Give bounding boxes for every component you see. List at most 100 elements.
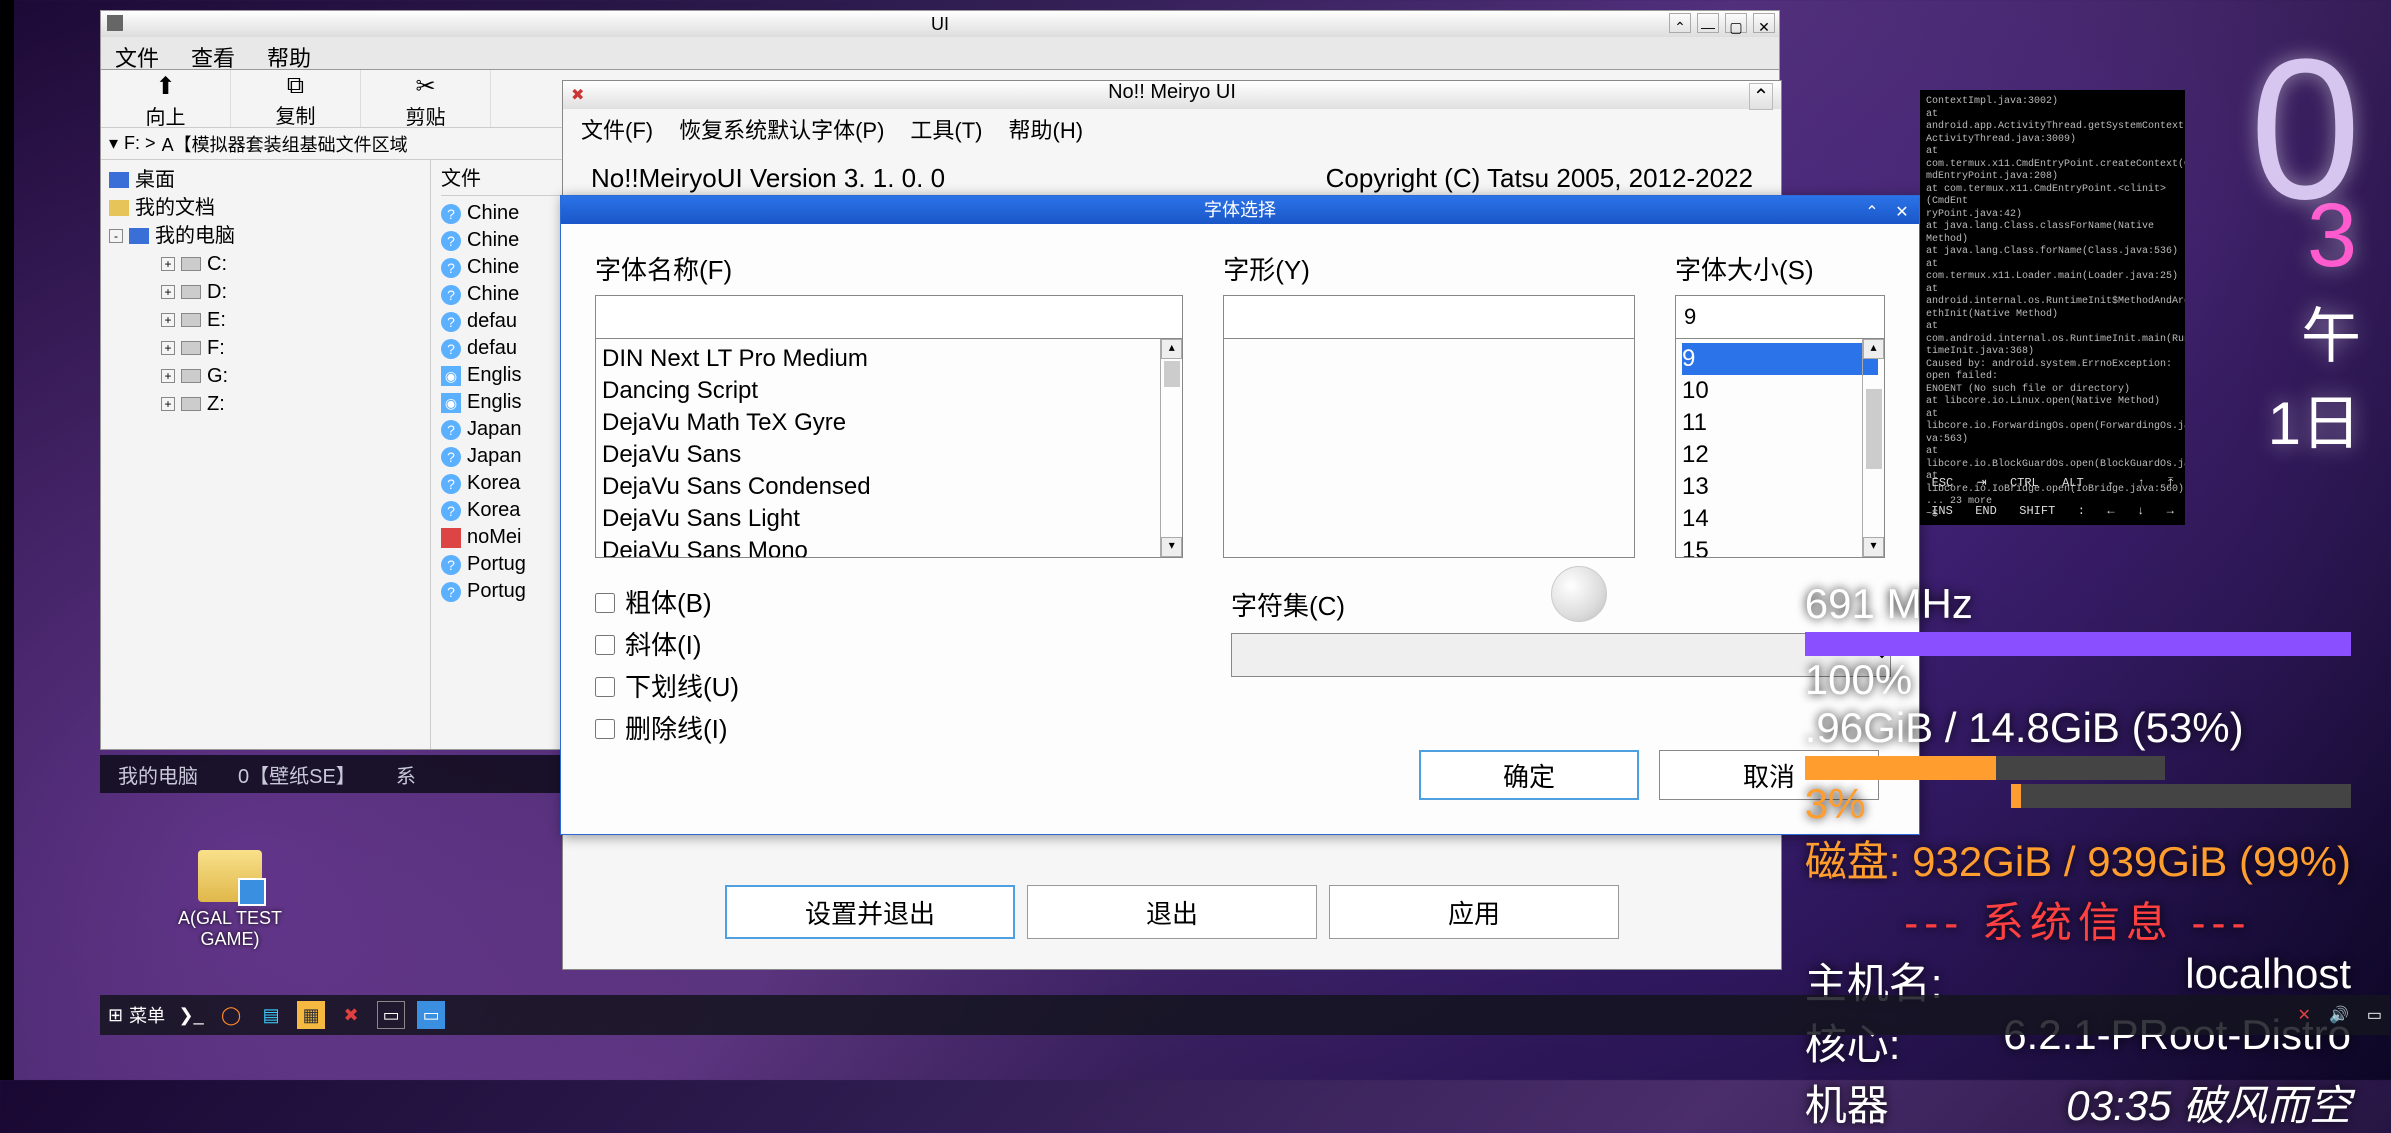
fm-close-icon[interactable]: ✕ <box>1753 13 1775 33</box>
terminal-key[interactable]: → <box>2167 504 2174 519</box>
collapse-icon[interactable]: - <box>109 229 123 243</box>
tray-notification-icon[interactable]: ▭ <box>2367 1005 2382 1025</box>
fm-menu-view[interactable]: 查看 <box>191 41 235 65</box>
fd-bold-check[interactable]: 粗体(B) <box>595 582 1183 624</box>
meiryo-menu-tools[interactable]: 工具(T) <box>910 113 982 139</box>
font-option[interactable]: DejaVu Sans Condensed <box>602 471 1176 503</box>
scroll-down-icon[interactable]: ▾ <box>1161 537 1182 557</box>
fm-cut-button[interactable]: ✂ 剪贴 <box>361 70 491 127</box>
meiryo-exit-button[interactable]: 退出 <box>1027 885 1317 939</box>
meiryo-minimize-icon[interactable]: ⌃ <box>1749 83 1773 110</box>
fm-menu-help[interactable]: 帮助 <box>267 41 311 65</box>
meiryo-set-exit-button[interactable]: 设置并退出 <box>725 885 1015 939</box>
fd-close-icon[interactable]: ✕ <box>1889 199 1915 221</box>
expand-icon[interactable]: + <box>161 285 175 299</box>
terminal-key[interactable]: END <box>1975 504 1997 519</box>
tree-pc[interactable]: -我的电脑 <box>109 222 422 250</box>
terminal-key[interactable]: CTRL <box>2010 476 2039 491</box>
fm-path-drive[interactable]: F: > <box>124 133 156 154</box>
terminal-key[interactable]: ⤒ <box>2168 476 2173 491</box>
scroll-down-icon[interactable]: ▾ <box>1863 537 1884 557</box>
fm-maximize-icon[interactable]: ▢ <box>1725 13 1747 33</box>
tray-close-icon[interactable]: ✕ <box>2298 1005 2311 1025</box>
fd-size-scrollbar[interactable]: ▴ ▾ <box>1862 339 1884 557</box>
terminal-key[interactable]: ↓ <box>2137 504 2144 519</box>
tree-drive[interactable]: +E: <box>109 306 422 334</box>
scroll-up-icon[interactable]: ▴ <box>1161 339 1182 359</box>
tb2-sys[interactable]: 系 <box>396 760 416 789</box>
scroll-up-icon[interactable]: ▴ <box>1863 339 1884 359</box>
tree-drive[interactable]: +D: <box>109 278 422 306</box>
size-option[interactable]: 15 <box>1682 535 1878 558</box>
taskbar-firefox-icon[interactable]: ◯ <box>217 1001 245 1029</box>
fm-minimize-icon[interactable]: ⌃ <box>1669 13 1691 33</box>
tree-drive[interactable]: +G: <box>109 362 422 390</box>
meiryo-apply-button[interactable]: 应用 <box>1329 885 1619 939</box>
size-option[interactable]: 10 <box>1682 375 1878 407</box>
tree-drive[interactable]: +F: <box>109 334 422 362</box>
desktop-shortcut[interactable]: A(GAL TEST GAME) <box>170 850 290 950</box>
tree-docs[interactable]: 我的文档 <box>109 194 422 222</box>
terminal-key[interactable]: ← <box>2107 504 2114 519</box>
chevron-down-icon[interactable]: ▾ <box>109 133 118 154</box>
meiryo-menu-help[interactable]: 帮助(H) <box>1009 113 1084 139</box>
tray-volume-icon[interactable]: 🔊 <box>2329 1005 2349 1025</box>
expand-icon[interactable]: + <box>161 369 175 383</box>
font-option[interactable]: Dancing Script <box>602 375 1176 407</box>
tree-drive[interactable]: +C: <box>109 250 422 278</box>
tree-drive[interactable]: +Z: <box>109 390 422 418</box>
fd-size-input[interactable] <box>1675 295 1885 339</box>
meiryo-menu-restore[interactable]: 恢复系统默认字体(P) <box>679 113 884 139</box>
fm-titlebar[interactable]: UI ⌃ — ▢ ✕ <box>101 11 1779 37</box>
scroll-thumb[interactable] <box>1866 389 1882 469</box>
tb2-pc[interactable]: 我的电脑 <box>118 760 198 789</box>
meiryo-menu-file[interactable]: 文件(F) <box>581 113 653 139</box>
fd-name-input[interactable] <box>595 295 1183 339</box>
fm-path-segment[interactable]: A【模拟器套装组基础文件区域 <box>162 131 408 157</box>
start-button[interactable]: ⊞ 菜单 <box>108 1002 165 1028</box>
tb2-wallpaper[interactable]: 0【壁纸SE】 <box>238 760 356 789</box>
taskbar-image-icon[interactable]: ▭ <box>417 1001 445 1029</box>
scroll-thumb[interactable] <box>1164 361 1180 387</box>
fd-underline-check[interactable]: 下划线(U) <box>595 666 1183 708</box>
size-option[interactable]: 12 <box>1682 439 1878 471</box>
terminal-panel[interactable]: ContextImpl.java:3002) at android.app.Ac… <box>1920 90 2185 525</box>
fm-menu-file[interactable]: 文件 <box>115 41 159 65</box>
terminal-key[interactable]: ALT <box>2062 476 2084 491</box>
fd-style-input[interactable] <box>1223 295 1635 339</box>
terminal-key[interactable]: : <box>2078 504 2085 519</box>
tree-desktop[interactable]: 桌面 <box>109 166 422 194</box>
fm-up-button[interactable]: ⬆ 向上 <box>101 70 231 127</box>
terminal-key[interactable]: SHIFT <box>2019 504 2055 519</box>
fm-minimize2-icon[interactable]: — <box>1697 13 1719 33</box>
terminal-key[interactable]: ⇥ <box>1977 476 1987 491</box>
font-option[interactable]: DejaVu Sans Mono <box>602 535 1176 558</box>
terminal-key[interactable]: - <box>2107 476 2114 491</box>
font-option[interactable]: DejaVu Sans Light <box>602 503 1176 535</box>
size-option[interactable]: 14 <box>1682 503 1878 535</box>
expand-icon[interactable]: + <box>161 257 175 271</box>
size-option[interactable]: 11 <box>1682 407 1878 439</box>
taskbar-grid-icon[interactable]: ▦ <box>297 1001 325 1029</box>
taskbar-app-icon[interactable]: ▭ <box>377 1001 405 1029</box>
expand-icon[interactable]: + <box>161 397 175 411</box>
font-option[interactable]: DejaVu Sans <box>602 439 1176 471</box>
fd-titlebar[interactable]: 字体选择 ⌃ ✕ <box>561 196 1919 224</box>
size-option[interactable]: 9 <box>1682 343 1878 375</box>
meiryo-titlebar[interactable]: ✖ No!! Meiryo UI ⌃ <box>563 81 1781 109</box>
font-option[interactable]: DejaVu Math TeX Gyre <box>602 407 1176 439</box>
expand-icon[interactable]: + <box>161 313 175 327</box>
fd-rollup-icon[interactable]: ⌃ <box>1859 199 1885 221</box>
fd-ok-button[interactable]: 确定 <box>1419 750 1639 800</box>
size-option[interactable]: 13 <box>1682 471 1878 503</box>
taskbar-terminal-icon[interactable]: ❯_ <box>177 1001 205 1029</box>
terminal-key[interactable]: INS <box>1931 504 1953 519</box>
terminal-key[interactable]: ↑ <box>2138 476 2145 491</box>
fd-charset-select[interactable] <box>1231 633 1891 677</box>
taskbar-files-icon[interactable]: ▤ <box>257 1001 285 1029</box>
font-option[interactable]: DIN Next LT Pro Medium <box>602 343 1176 375</box>
fd-font-list[interactable]: DIN Next LT Pro MediumDancing ScriptDeja… <box>595 338 1183 558</box>
fd-strike-check[interactable]: 删除线(I) <box>595 708 1183 750</box>
taskbar-meiryo-icon[interactable]: ✖ <box>337 1001 365 1029</box>
fd-italic-check[interactable]: 斜体(I) <box>595 624 1183 666</box>
